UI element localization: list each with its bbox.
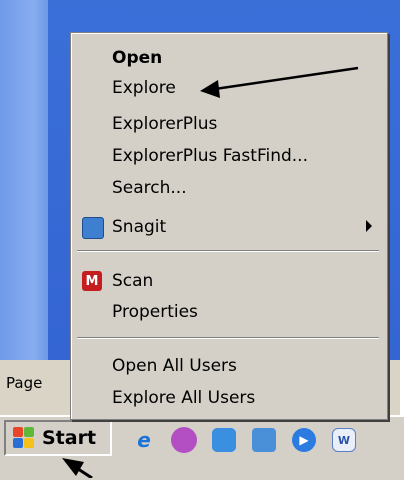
menu-item-snagit[interactable]: Snagit (72, 212, 386, 242)
media-player-icon[interactable]: ▶ (292, 428, 316, 452)
menu-item-label: Open All Users (112, 356, 237, 376)
scan-icon: M (82, 271, 102, 291)
quick-launch-bar: e ▶ W (128, 424, 360, 456)
media-icon[interactable] (171, 427, 197, 453)
menu-item-open-all-users[interactable]: Open All Users (72, 351, 386, 381)
context-menu: Open Explore ExplorerPlus ExplorerPlus F… (70, 32, 388, 420)
menu-item-open[interactable]: Open (72, 43, 386, 73)
start-button[interactable]: Start (4, 420, 112, 456)
menu-separator (77, 250, 379, 252)
menu-item-explorerplus-fastfind[interactable]: ExplorerPlus FastFind... (72, 141, 386, 171)
menu-item-explorerplus[interactable]: ExplorerPlus (72, 109, 386, 139)
menu-item-label: Search... (112, 178, 187, 198)
snagit-icon[interactable] (252, 428, 276, 452)
menu-item-label: Scan (112, 271, 154, 291)
menu-item-label: ExplorerPlus FastFind... (112, 146, 308, 166)
background-window-label: Page (4, 372, 45, 394)
menu-item-search[interactable]: Search... (72, 173, 386, 203)
menu-item-explore[interactable]: Explore (72, 73, 386, 103)
submenu-arrow-icon (366, 220, 372, 232)
start-label: Start (42, 427, 97, 449)
snagit-icon (82, 217, 104, 239)
menu-item-scan[interactable]: M Scan (72, 266, 386, 296)
menu-item-label: Explore All Users (112, 388, 256, 408)
menu-item-properties[interactable]: Properties (72, 297, 386, 327)
windows-logo-icon (12, 426, 36, 450)
menu-item-label: Open (112, 48, 163, 68)
menu-item-label: Snagit (112, 217, 167, 237)
network-icon[interactable] (212, 428, 236, 452)
menu-item-label: Explore (112, 78, 176, 98)
menu-item-label: Properties (112, 302, 198, 322)
menu-separator (77, 337, 379, 339)
menu-item-label: ExplorerPlus (112, 114, 218, 134)
word-icon[interactable]: W (332, 428, 356, 452)
menu-item-explore-all-users[interactable]: Explore All Users (72, 383, 386, 413)
internet-explorer-icon[interactable]: e (128, 424, 160, 456)
